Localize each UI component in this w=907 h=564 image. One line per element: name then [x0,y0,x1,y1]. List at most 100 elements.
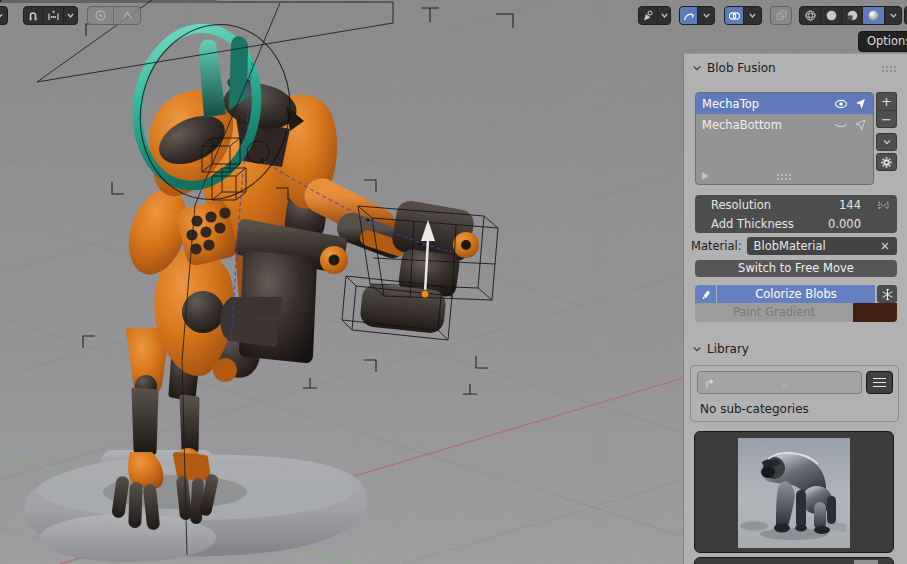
overlap-circles-icon [728,10,741,22]
material-row: Material: BlobMaterial [691,237,897,255]
toggle-xray-button[interactable] [770,6,792,25]
show-gizmo-group [638,6,671,25]
properties-box: Resolution 144 Add Thickness 0.000 [695,195,897,233]
material-sphere-icon [846,9,859,22]
library-title: Library [707,342,749,356]
rendered-sphere-icon [867,9,880,22]
wireframe-sphere-icon [804,9,817,22]
paint-gradient-row: Paint Gradient [695,303,897,322]
asset-thumbnail-card[interactable] [694,431,894,553]
resolution-field[interactable]: Resolution 144 [695,195,897,214]
colorize-row: Colorize Blobs [695,285,897,303]
gizmo-dropdown[interactable] [658,7,670,24]
expand-triangle-icon[interactable] [702,172,709,180]
snap-proportional-group [23,6,78,25]
snowflake-icon [881,288,894,301]
chevron-down-icon [0,10,5,22]
shading-dropdown[interactable] [885,7,901,24]
list-item-mechabottom[interactable]: MechaBottom [696,114,873,135]
solid-sphere-icon [825,9,838,22]
chevron-down-icon [748,11,757,20]
chevron-down-icon [660,11,669,20]
object-list: MechaTop MechaBottom [695,92,897,185]
material-label: Material: [691,239,742,253]
gradient-color-swatch[interactable] [853,303,897,322]
library-path-text: .. [716,376,855,389]
chevron-down-icon [692,344,702,354]
overlap-circles-button[interactable] [725,7,744,24]
snap-magnet-button[interactable] [24,7,43,24]
toolbar-right [638,6,907,25]
list-footer [702,171,867,181]
chevron-down-icon [692,63,702,73]
select-arrow-icon[interactable] [854,98,867,110]
shading-group [799,6,902,25]
paint-icon [700,288,712,300]
list-side-buttons: + − [876,92,897,185]
colorize-blobs-button[interactable]: Colorize Blobs [717,285,875,303]
options-button[interactable]: Options [858,31,907,52]
falloff-sharp-button[interactable] [114,7,140,24]
list-settings-button[interactable] [876,153,897,171]
magnet-icon [27,10,39,22]
remove-item-button[interactable]: − [876,110,897,128]
panel-header-blob-fusion[interactable]: Blob Fusion [692,61,776,75]
sidebar-panel: Blob Fusion MechaTop MechaBottom [683,53,907,564]
shading-rendered-button[interactable] [863,7,885,24]
select-arrow-outline-icon[interactable] [854,119,867,131]
library-box: .. No sub-categories [690,365,899,422]
list-dropdown-button[interactable] [876,133,897,151]
gear-icon [880,156,893,169]
next-asset-card-partial[interactable] [694,557,894,564]
clear-material-icon[interactable] [880,241,890,251]
eye-open-icon[interactable] [834,98,848,110]
paint-gradient-button[interactable]: Paint Gradient [695,303,853,322]
library-path-bar[interactable]: .. [697,371,862,394]
add-item-button[interactable]: + [876,92,897,110]
chevron-down-icon [889,11,898,20]
proportional-editing-button[interactable] [43,7,64,24]
shading-material-button[interactable] [842,7,863,24]
eye-closed-icon[interactable] [834,119,848,131]
overlays-dropdown[interactable] [698,7,714,24]
decorate-keyframe-icon[interactable] [877,199,890,212]
switch-to-free-move-button[interactable]: Switch to Free Move [695,260,897,277]
chevron-down-icon [66,11,75,20]
toolbar-left [0,6,141,25]
annotate-curve-icon [683,10,695,22]
falloff-sharp-icon [121,9,134,22]
object-list-box: MechaTop MechaBottom [695,92,874,185]
library-menu-button[interactable] [866,371,893,394]
library-empty-text: No sub-categories [700,402,809,416]
parent-folder-icon[interactable] [704,377,716,389]
gorilla-thumbnail [738,438,850,548]
xray-icon [775,9,788,22]
show-overlays-group [679,6,715,25]
falloff-sphere-button[interactable] [88,7,114,24]
gizmo-icon [642,10,654,22]
show-overlays-button[interactable] [680,7,698,24]
chevron-down-icon [702,11,711,20]
next-thumbnail-partial [854,560,878,564]
blender-window: Options Blob Fusion MechaTop MechaBottom [0,0,907,564]
freeze-button[interactable] [877,285,897,303]
xray-dropdown[interactable] [744,7,761,24]
xray-group [724,6,762,25]
list-item-mechatop[interactable]: MechaTop [696,93,873,114]
shading-solid-button[interactable] [821,7,842,24]
proportional-dropdown[interactable] [64,7,77,24]
falloff-sphere-icon [94,9,107,22]
material-field[interactable]: BlobMaterial [747,237,897,255]
panel-header-library[interactable]: Library [692,342,749,356]
panel-title: Blob Fusion [707,61,776,75]
colorize-paint-icon-button[interactable] [695,285,716,303]
hamburger-icon [873,378,886,387]
tool-dropdown-partial[interactable] [0,6,8,25]
show-gizmo-button[interactable] [639,7,658,24]
falloff-group [87,6,141,25]
add-thickness-field[interactable]: Add Thickness 0.000 [695,214,897,233]
shading-wireframe-button[interactable] [800,7,821,24]
list-resize-grip[interactable] [776,173,793,180]
panel-drag-grip[interactable] [881,65,898,72]
proportional-editing-icon [47,10,60,22]
